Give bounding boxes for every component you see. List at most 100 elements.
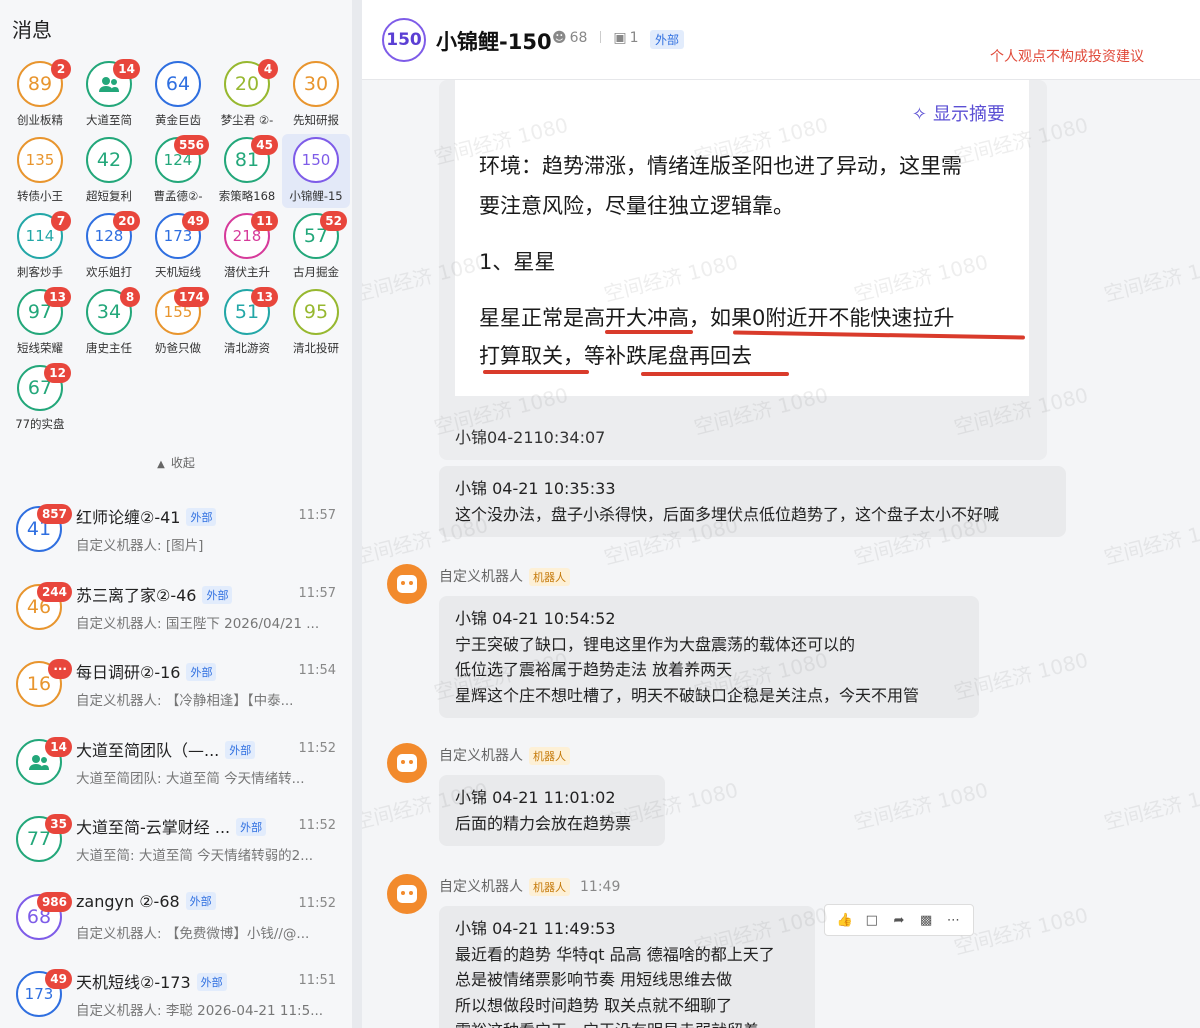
- sender-name[interactable]: 自定义机器人: [439, 879, 523, 895]
- sender-line: 自定义机器人 机器人: [439, 745, 570, 765]
- group-label: 先知研报: [293, 113, 339, 127]
- conversation-name: 每日调研②-16 外部: [76, 659, 217, 683]
- pinned-group-item[interactable]: 173 49 天机短线: [144, 210, 212, 284]
- pinned-group-item[interactable]: 128 20 欢乐姐打: [75, 210, 143, 284]
- group-avatar[interactable]: 150: [382, 18, 426, 62]
- pinned-group-item[interactable]: 67 12 77的实盘: [6, 362, 74, 436]
- message-line: 星辉这个庄不想吐槽了，明天不破缺口企稳是关注点，今天不用管: [455, 685, 920, 705]
- pinned-group-item[interactable]: 20 4 梦尘君 ②-: [213, 58, 281, 132]
- conversation-item[interactable]: 77 35 大道至简-云掌财经 ... 外部 11:52 大道至简: 大道至简 今天情绪转…: [0, 804, 352, 882]
- sender-name[interactable]: 自定义机器人: [439, 748, 523, 764]
- conversation-item[interactable]: 68 986 zangyn ②-68 外部 11:52 自定义机器人: 【免费微博】小钱/…: [0, 882, 352, 960]
- pinned-group-item[interactable]: 42 超短复利: [75, 134, 143, 208]
- avatar-number: 135: [25, 151, 55, 169]
- pinned-group-item[interactable]: 155 174 奶爸只做: [144, 286, 212, 360]
- pinned-group-item[interactable]: 51 13 清北游资: [213, 286, 281, 360]
- avatar-number: 173: [24, 985, 54, 1003]
- conversation-item[interactable]: 46 244 苏三离了家②-46 外部 11:57 自定义机器人: 国王陛下 2026/0…: [0, 572, 352, 650]
- pin-icon[interactable]: ▩: [916, 910, 936, 930]
- bot-count[interactable]: 1: [630, 30, 639, 46]
- group-avatar: 64: [155, 61, 201, 107]
- sender-name[interactable]: 自定义机器人: [439, 569, 523, 585]
- forward-icon[interactable]: ➦: [889, 910, 909, 930]
- image-text-line: 环境：趋势滞涨，情绪连版圣阳也进了异动，这里需: [479, 154, 962, 178]
- group-avatar: 155 174: [155, 287, 209, 335]
- pinned-group-item[interactable]: 150 小锦鲤-15: [282, 134, 350, 208]
- image-text-line: 星星正常是高开大冲高，如果0附近开不能快速拉升: [479, 306, 955, 330]
- screenshot-image[interactable]: ✧ 显示摘要 环境：趋势滞涨，情绪连版圣阳也进了异动，这里需 要注意风险，尽量往独…: [455, 80, 1029, 396]
- group-label: 超短复利: [86, 189, 132, 203]
- message-bubble[interactable]: 小锦 04-21 10:54:52 宁王突破了缺口，锂电这里作为大盘震荡的载体还可…: [439, 596, 979, 718]
- pinned-group-item[interactable]: 34 8 唐史主任: [75, 286, 143, 360]
- comment-icon[interactable]: □: [862, 910, 882, 930]
- group-avatar: 34 8: [86, 287, 140, 335]
- members-icon[interactable]: ☻: [552, 30, 567, 46]
- conversation-name: 天机短线②-173 外部: [76, 969, 227, 993]
- conversation-item[interactable]: 41 857 红师论缠②-41 外部 11:57 自定义机器人: [图片]: [0, 494, 352, 572]
- message-line: 小锦 04-21 10:35:33: [455, 479, 616, 498]
- pinned-group-item[interactable]: 81 45 索策略168: [213, 134, 281, 208]
- show-summary-button[interactable]: ✧ 显示摘要: [912, 100, 1005, 126]
- sidebar-title: 消息: [12, 18, 52, 42]
- robot-avatar[interactable]: [387, 874, 427, 914]
- show-summary-label: 显示摘要: [933, 104, 1005, 125]
- avatar-number: 150: [301, 151, 331, 169]
- avatar-number: 16: [26, 673, 52, 695]
- more-icon[interactable]: ⋯: [943, 910, 963, 930]
- conversation-avatar: 68 986: [16, 891, 72, 940]
- member-count[interactable]: 68: [570, 30, 588, 46]
- conversation-item[interactable]: 16 ··· 每日调研②-16 外部 11:54 自定义机器人: 【冷静相逢】【中泰...: [0, 649, 352, 727]
- collapse-button[interactable]: ▲ 收起: [0, 454, 352, 471]
- conversation-title: 大道至简-云掌财经 ...: [76, 818, 231, 837]
- chat-panel: 150 小锦鲤-150 ☻ 68 ▣ 1 外部 个人观点不构成投资建议 ✧ 显示摘要 …: [362, 0, 1200, 1028]
- pinned-group-item[interactable]: 97 13 短线荣耀: [6, 286, 74, 360]
- thumbs-up-icon[interactable]: 👍: [835, 910, 855, 930]
- unread-badge: 14: [113, 59, 140, 79]
- panel-divider[interactable]: [352, 0, 362, 1028]
- external-tag: 外部: [196, 973, 227, 991]
- pinned-group-item[interactable]: 124 556 曹孟德②-: [144, 134, 212, 208]
- external-tag: 外部: [185, 891, 216, 910]
- robot-avatar[interactable]: [387, 743, 427, 783]
- conversation-item[interactable]: 173 49 天机短线②-173 外部 11:51 自定义机器人: 李聪 2026-04-…: [0, 959, 352, 1028]
- group-label: 清北投研: [293, 341, 339, 355]
- pinned-group-item[interactable]: 89 2 创业板精: [6, 58, 74, 132]
- image-message[interactable]: ✧ 显示摘要 环境：趋势滞涨，情绪连版圣阳也进了异动，这里需 要注意风险，尽量往独…: [439, 80, 1047, 460]
- message-line: 低位选了震裕属于趋势走法 放着养两天: [455, 660, 733, 679]
- pinned-group-item[interactable]: 14 大道至简: [75, 58, 143, 132]
- robot-avatar[interactable]: [387, 564, 427, 604]
- sender-time: 11:49: [580, 879, 621, 895]
- external-tag: 外部: [236, 818, 267, 836]
- group-label: 刺客炒手: [17, 265, 63, 279]
- group-avatar: 135: [17, 137, 63, 183]
- robot-icon: [397, 575, 417, 593]
- pinned-group-item[interactable]: 135 转债小王: [6, 134, 74, 208]
- pinned-group-item[interactable]: 30 先知研报: [282, 58, 350, 132]
- pinned-group-item[interactable]: 218 11 潜伏主升: [213, 210, 281, 284]
- conversation-title: 红师论缠②-41: [76, 508, 181, 527]
- message-bubble[interactable]: 小锦 04-21 11:49:53 最近看的趋势 华特qt 品高 德福啥的都上天了…: [439, 906, 815, 1028]
- group-label: 天机短线: [155, 265, 201, 279]
- group-label: 奶爸只做: [155, 341, 201, 355]
- bot-icon[interactable]: ▣: [613, 30, 626, 46]
- group-avatar: 30: [293, 61, 339, 107]
- message-line: 小锦 04-21 11:01:02: [455, 788, 616, 807]
- group-label: 转债小王: [17, 189, 63, 203]
- conversation-time: 11:51: [298, 973, 336, 988]
- message-line: 后面的精力会放在趋势票: [455, 813, 632, 833]
- group-label: 曹孟德②-: [153, 189, 203, 203]
- message-line: 这个没办法，盘子小杀得快，后面多埋伏点低位趋势了，这个盘子太小不好喊: [455, 504, 1000, 524]
- pinned-group-item[interactable]: 114 7 刺客炒手: [6, 210, 74, 284]
- message-bubble[interactable]: 小锦 04-21 10:35:33 这个没办法，盘子小杀得快，后面多埋伏点低位趋势…: [439, 466, 1066, 537]
- chat-title[interactable]: 小锦鲤-150: [436, 26, 552, 56]
- unread-badge: 14: [45, 736, 72, 757]
- sender-line: 自定义机器人 机器人 11:49: [439, 876, 620, 896]
- pinned-group-item[interactable]: 95 清北投研: [282, 286, 350, 360]
- conversation-item[interactable]: 14 大道至简团队（—... 外部 11:52 大道至简团队: 大道至简 今天情绪转..…: [0, 727, 352, 805]
- robot-icon: [397, 885, 417, 903]
- unread-badge: 174: [173, 287, 209, 307]
- pinned-group-item[interactable]: 57 52 古月掘金: [282, 210, 350, 284]
- pinned-group-item[interactable]: 64 黄金巨齿: [144, 58, 212, 132]
- message-bubble[interactable]: 小锦 04-21 11:01:02 后面的精力会放在趋势票: [439, 775, 665, 846]
- image-text-line: 打算取关，等补跌尾盘再回去: [479, 344, 752, 368]
